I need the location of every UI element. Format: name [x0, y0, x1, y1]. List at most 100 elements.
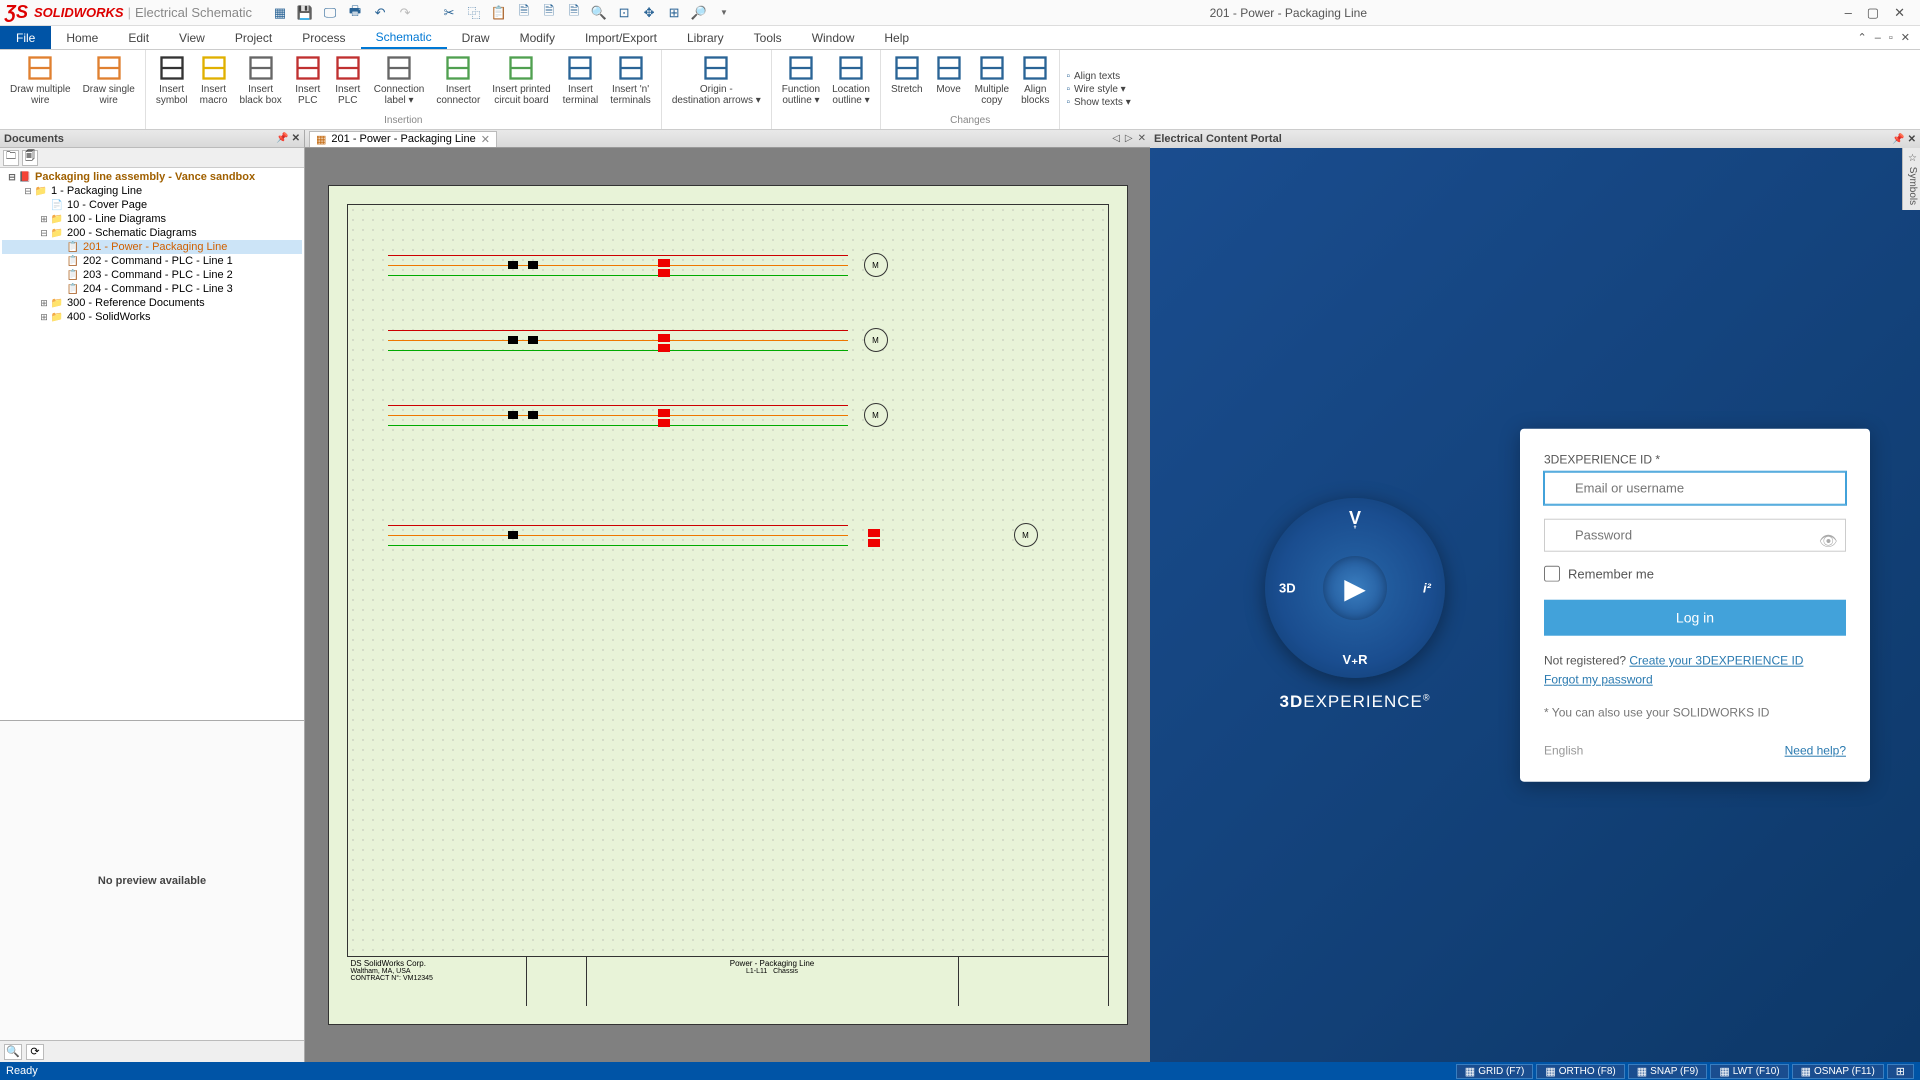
menu-home[interactable]: Home — [51, 26, 113, 49]
document-tree[interactable]: ⊟📕Packaging line assembly - Vance sandbo… — [0, 168, 304, 720]
menu-help[interactable]: Help — [869, 26, 924, 49]
tree-node[interactable]: ⊟📁1 - Packaging Line — [2, 184, 302, 198]
preview-zoom-icon[interactable]: 🔍 — [4, 1044, 22, 1060]
tab-next-icon[interactable]: ▷ — [1125, 133, 1133, 144]
tree-node[interactable]: 📋201 - Power - Packaging Line — [2, 240, 302, 254]
portal-pin-icon[interactable]: 📌 — [1892, 134, 1904, 145]
tab-tree-icon[interactable]: 🗀 — [3, 150, 19, 166]
status-snap[interactable]: ▦SNAP (F9) — [1628, 1064, 1708, 1079]
qat-zoomfit-icon[interactable]: ⊡ — [616, 5, 632, 21]
tree-expander-icon[interactable]: ⊟ — [22, 186, 34, 197]
draw-multiple-wire[interactable]: Draw multiple wire — [4, 52, 77, 125]
login-button[interactable]: Log in — [1544, 600, 1846, 636]
status-extra-icon[interactable]: ⊞ — [1887, 1064, 1914, 1079]
status-ortho[interactable]: ▦ORTHO (F8) — [1536, 1064, 1624, 1079]
status-lwt[interactable]: ▦LWT (F10) — [1710, 1064, 1788, 1079]
connection-label[interactable]: Connection label ▾ — [368, 52, 431, 114]
qat-copy-icon[interactable]: ⿻ — [466, 5, 482, 21]
tab-close-all-icon[interactable]: ✕ — [1138, 133, 1146, 144]
qat-tool3-icon[interactable]: 🗎 — [566, 5, 582, 21]
qat-save-icon[interactable]: 💾 — [297, 5, 313, 21]
stretch[interactable]: Stretch — [885, 52, 929, 114]
menu-window[interactable]: Window — [797, 26, 870, 49]
preview-refresh-icon[interactable]: ⟳ — [26, 1044, 44, 1060]
menu-project[interactable]: Project — [220, 26, 287, 49]
compass-icon[interactable]: V͎ V₊R 3D i² ▶ — [1265, 498, 1445, 678]
eye-icon[interactable]: 👁 — [1819, 531, 1838, 549]
qat-redo-icon[interactable]: ↷ — [397, 5, 413, 21]
qat-print-icon[interactable]: 🖶 — [347, 5, 363, 21]
menu-file[interactable]: File — [0, 26, 51, 49]
qat-screen-icon[interactable]: 🖵 — [322, 5, 338, 21]
show-texts[interactable]: ▫Show texts ▾ — [1066, 97, 1130, 108]
tree-expander-icon[interactable]: ⊞ — [38, 312, 50, 323]
qat-pan-icon[interactable]: ✥ — [641, 5, 657, 21]
menu-schematic[interactable]: Schematic — [361, 26, 447, 49]
menu-edit[interactable]: Edit — [113, 26, 164, 49]
insert-plc2[interactable]: Insert PLC — [328, 52, 368, 114]
status-grid[interactable]: ▦GRID (F7) — [1456, 1064, 1534, 1079]
align-blocks[interactable]: Align blocks — [1015, 52, 1055, 114]
qat-dd-icon[interactable]: ▼ — [716, 5, 732, 21]
portal-close-icon[interactable]: ✕ — [1908, 134, 1916, 145]
tree-node[interactable]: ⊞📁400 - SolidWorks — [2, 310, 302, 324]
insert-pcb[interactable]: Insert printed circuit board — [486, 52, 556, 114]
insert-symbol[interactable]: Insert symbol — [150, 52, 194, 114]
wire-style[interactable]: ▫Wire style ▾ — [1066, 84, 1130, 95]
mdi-min-icon[interactable]: – — [1875, 32, 1881, 44]
tree-node[interactable]: ⊞📁300 - Reference Documents — [2, 296, 302, 310]
language-selector[interactable]: English — [1544, 743, 1583, 757]
origin-dest[interactable]: Origin - destination arrows ▾ — [666, 52, 767, 125]
draw-single-wire[interactable]: Draw single wire — [77, 52, 141, 125]
tree-node[interactable]: ⊟📁200 - Schematic Diagrams — [2, 226, 302, 240]
qat-search-icon[interactable]: 🔎 — [691, 5, 707, 21]
tab-list-icon[interactable]: 🗐 — [22, 150, 38, 166]
tree-node[interactable]: 📋203 - Command - PLC - Line 2 — [2, 268, 302, 282]
function-outline[interactable]: Function outline ▾ — [776, 52, 826, 125]
tree-expander-icon[interactable]: ⊞ — [38, 298, 50, 309]
tree-node[interactable]: ⊟📕Packaging line assembly - Vance sandbo… — [2, 170, 302, 184]
qat-tool1-icon[interactable]: 🗎 — [516, 5, 532, 21]
location-outline[interactable]: Location outline ▾ — [826, 52, 876, 125]
menu-library[interactable]: Library — [672, 26, 739, 49]
tree-node[interactable]: 📋202 - Command - PLC - Line 1 — [2, 254, 302, 268]
menu-importexport[interactable]: Import/Export — [570, 26, 672, 49]
tab-prev-icon[interactable]: ◁ — [1112, 133, 1120, 144]
move[interactable]: Move — [929, 52, 969, 114]
menu-process[interactable]: Process — [287, 26, 360, 49]
insert-black-box[interactable]: Insert black box — [234, 52, 288, 114]
need-help-link[interactable]: Need help? — [1785, 743, 1846, 757]
panel-close-icon[interactable]: ✕ — [292, 133, 300, 144]
insert-macro[interactable]: Insert macro — [194, 52, 234, 114]
close-icon[interactable]: ✕ — [1894, 5, 1905, 21]
remember-checkbox[interactable] — [1544, 566, 1560, 582]
status-osnap[interactable]: ▦OSNAP (F11) — [1792, 1064, 1884, 1079]
remember-row[interactable]: Remember me — [1544, 566, 1846, 582]
password-input[interactable] — [1544, 519, 1846, 552]
tree-node[interactable]: 📄10 - Cover Page — [2, 198, 302, 212]
qat-zoom-icon[interactable]: 🔍 — [591, 5, 607, 21]
mdi-up-icon[interactable]: ⌃ — [1858, 31, 1867, 44]
document-tab[interactable]: ▦ 201 - Power - Packaging Line ✕ — [309, 131, 497, 147]
username-input[interactable] — [1544, 472, 1846, 505]
qat-grid-icon[interactable]: ⊞ — [666, 5, 682, 21]
maximize-icon[interactable]: ▢ — [1867, 5, 1879, 21]
tree-node[interactable]: 📋204 - Command - PLC - Line 3 — [2, 282, 302, 296]
multiple-copy[interactable]: Multiple copy — [969, 52, 1015, 114]
align-texts[interactable]: ▫Align texts — [1066, 71, 1130, 82]
tree-expander-icon[interactable]: ⊟ — [6, 172, 18, 183]
insert-connector[interactable]: Insert connector — [430, 52, 486, 114]
menu-draw[interactable]: Draw — [447, 26, 505, 49]
minimize-icon[interactable]: – — [1845, 5, 1852, 21]
side-tab-symbols[interactable]: ☆ Symbols — [1902, 148, 1920, 210]
qat-cut-icon[interactable]: ✂ — [441, 5, 457, 21]
mdi-close-icon[interactable]: ✕ — [1901, 31, 1910, 44]
drawing-canvas[interactable]: M M M — [305, 148, 1150, 1062]
tree-expander-icon[interactable]: ⊞ — [38, 214, 50, 225]
insert-plc[interactable]: Insert PLC — [288, 52, 328, 114]
mdi-max-icon[interactable]: ▫ — [1889, 32, 1893, 44]
insert-n-terminals[interactable]: Insert 'n' terminals — [604, 52, 657, 114]
menu-view[interactable]: View — [164, 26, 220, 49]
play-icon[interactable]: ▶ — [1323, 556, 1387, 620]
tree-expander-icon[interactable]: ⊟ — [38, 228, 50, 239]
